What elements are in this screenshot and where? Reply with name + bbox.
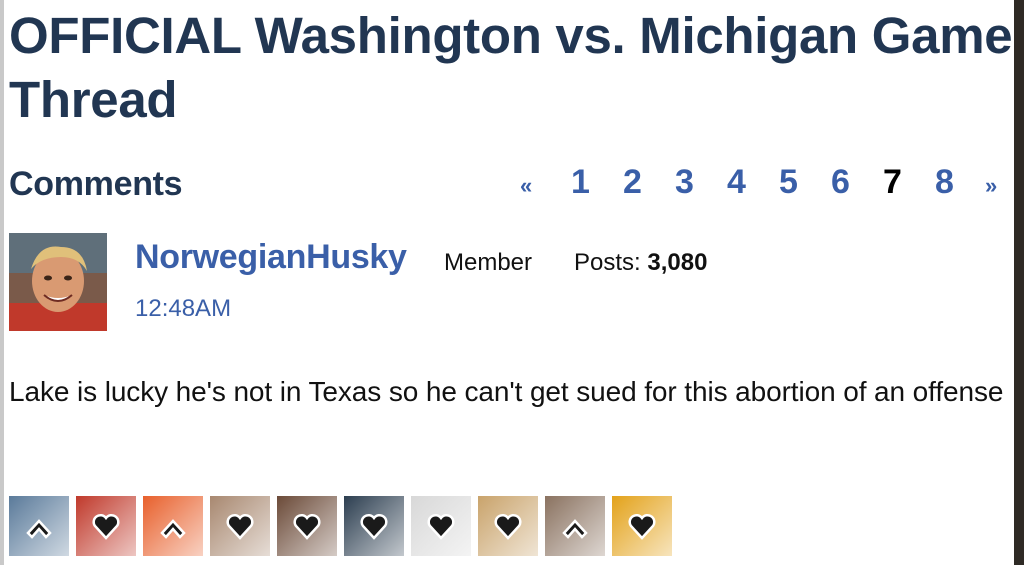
post-username-link[interactable]: NorwegianHusky: [135, 238, 407, 277]
reaction-button[interactable]: [612, 496, 672, 556]
user-post-count: Posts: 3,080: [574, 249, 707, 277]
right-edge: [1014, 0, 1024, 565]
like-heart-icon: [293, 513, 321, 540]
comments-heading: Comments: [9, 165, 183, 203]
page-link-6[interactable]: 6: [831, 163, 850, 202]
avatar[interactable]: [9, 233, 107, 331]
reaction-button[interactable]: [210, 496, 270, 556]
next-page-link[interactable]: »: [985, 173, 997, 199]
reaction-button[interactable]: [143, 496, 203, 556]
page-link-1[interactable]: 1: [571, 163, 590, 202]
page-link-3[interactable]: 3: [675, 163, 694, 202]
like-heart-icon: [628, 513, 656, 540]
reaction-button[interactable]: [76, 496, 136, 556]
reaction-button[interactable]: [344, 496, 404, 556]
post-timestamp-link[interactable]: 12:48AM: [135, 295, 231, 323]
like-heart-icon: [360, 513, 388, 540]
reaction-button[interactable]: [9, 496, 69, 556]
like-heart-icon: [92, 513, 120, 540]
left-edge: [0, 0, 4, 565]
post-body: Lake is lucky he's not in Texas so he ca…: [9, 376, 1004, 407]
reaction-button[interactable]: [478, 496, 538, 556]
reaction-button[interactable]: [277, 496, 337, 556]
page-link-5[interactable]: 5: [779, 163, 798, 202]
agree-arrow-icon: [562, 519, 588, 539]
user-avatar-photo-icon: [9, 233, 107, 331]
posts-label: Posts:: [574, 249, 641, 276]
page-link-4[interactable]: 4: [727, 163, 746, 202]
prev-page-link[interactable]: «: [520, 173, 532, 199]
agree-arrow-icon: [26, 519, 52, 539]
like-heart-icon: [494, 513, 522, 540]
user-role: Member: [444, 249, 533, 276]
page-link-7-current: 7: [883, 163, 902, 201]
thread-title: OFFICIAL Washington vs. Michigan Game Th…: [9, 7, 1013, 128]
reaction-button[interactable]: [545, 496, 605, 556]
page-link-2[interactable]: 2: [623, 163, 642, 202]
like-heart-icon: [226, 513, 254, 540]
page-link-8[interactable]: 8: [935, 163, 954, 202]
posts-count: 3,080: [647, 249, 708, 276]
reaction-button[interactable]: [411, 496, 471, 556]
agree-arrow-icon: [160, 519, 186, 539]
like-heart-icon: [427, 513, 455, 540]
